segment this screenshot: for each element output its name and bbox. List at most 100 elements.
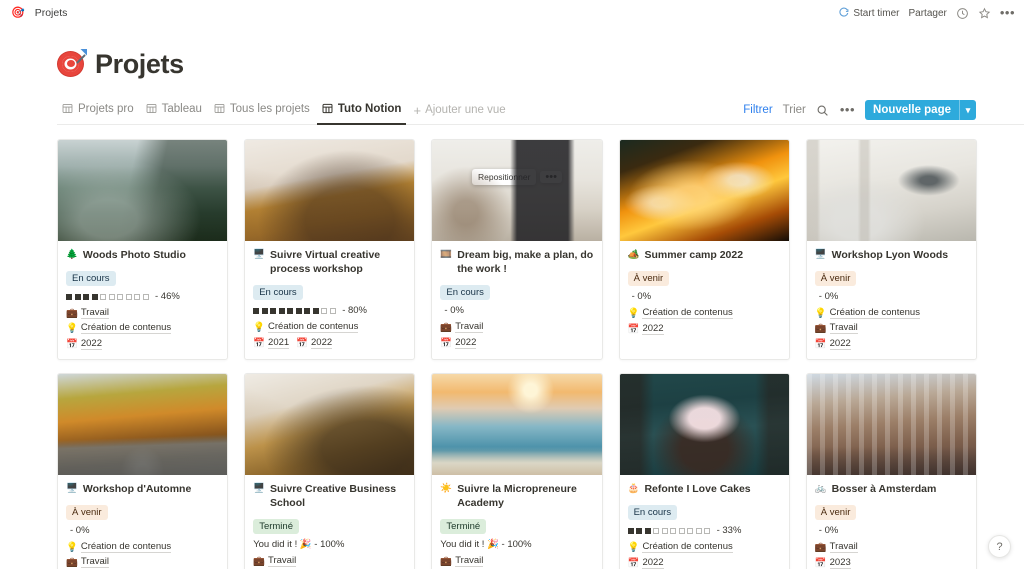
gallery-card[interactable]: 🏕️ Summer camp 2022 À venir - 0% 💡 Création d…: [618, 139, 790, 360]
chevron-down-icon[interactable]: ▾: [959, 100, 976, 120]
tab-tous-les-projets[interactable]: Tous les projets: [209, 96, 315, 125]
year-tag[interactable]: 📅 2022: [66, 338, 102, 350]
card-title-text: Dream big, make a plan, do the work !: [457, 249, 594, 275]
start-timer-button[interactable]: Start timer: [837, 7, 899, 20]
category-tag[interactable]: 💼 Travail: [66, 307, 109, 319]
category-tag[interactable]: 💡 Création de contenus: [66, 322, 172, 334]
tag-emoji: 💼: [440, 321, 453, 333]
date-row: 📅 2022: [628, 557, 781, 569]
add-view-button[interactable]: + Ajouter une vue: [408, 104, 510, 117]
year-label: 2022: [829, 338, 851, 350]
breadcrumb-projets[interactable]: Projets: [31, 6, 72, 20]
view-more-icon[interactable]: •••: [840, 103, 855, 116]
category-tag[interactable]: 💡 Création de contenus: [628, 541, 733, 553]
gallery-card[interactable]: Repositionner ••• 🎞️ Dream big, make a plan…: [431, 139, 603, 360]
tab-label: Tableau: [161, 103, 202, 115]
progress-bar: - 80%: [253, 305, 406, 316]
help-button[interactable]: ?: [988, 535, 1011, 558]
tag-row: 💼 Travail: [440, 321, 593, 333]
card-body: 🖥️ Suivre Virtual creative process worksh…: [245, 241, 414, 358]
filter-button[interactable]: Filtrer: [743, 104, 772, 116]
category-tag[interactable]: 💡 Création de contenus: [628, 307, 733, 319]
progress-square: [100, 293, 106, 300]
star-icon[interactable]: [978, 7, 991, 20]
dartboard-emoji[interactable]: [56, 50, 86, 80]
progress-square: [83, 293, 89, 300]
card-title: 🌲 Woods Photo Studio: [66, 248, 219, 262]
card-body: 🌲 Woods Photo Studio En cours - 46% 💼 Travail…: [58, 241, 227, 359]
tag-row: 💼 Travail: [253, 555, 406, 567]
tab-tableau[interactable]: Tableau: [141, 96, 207, 125]
gallery-card[interactable]: 🌲 Woods Photo Studio En cours - 46% 💼 Travail…: [57, 139, 229, 360]
gallery-card[interactable]: 🚲 Bosser à Amsterdam À venir - 0% 💼 Travail 📅 2…: [805, 373, 977, 569]
tag-label: Création de contenus: [642, 307, 733, 319]
gallery-card[interactable]: 🖥️ Suivre Creative Business School Terminé…: [244, 373, 416, 569]
grid-icon: [146, 103, 158, 115]
tag-row: 💡 Création de contenus: [628, 307, 781, 319]
category-tag[interactable]: 💼 Travail: [815, 322, 858, 334]
progress-percent: - 0%: [444, 305, 464, 316]
category-tag[interactable]: 💡 Création de contenus: [66, 541, 172, 553]
card-body: ☀️ Suivre la Micropreneure Academy Terminé…: [432, 475, 601, 569]
year-tag[interactable]: 📅 2022: [296, 337, 333, 349]
tab-projets-pro[interactable]: Projets pro: [57, 96, 139, 125]
clock-icon[interactable]: [956, 7, 969, 20]
gallery-card[interactable]: 🖥️ Workshop d'Automne À venir - 0% 💡 Création…: [57, 373, 229, 569]
progress-square: [142, 293, 149, 300]
category-tag[interactable]: 💼 Travail: [440, 555, 484, 567]
gallery-card[interactable]: ☀️ Suivre la Micropreneure Academy Terminé…: [431, 373, 603, 569]
more-horizontal-icon[interactable]: •••: [1000, 6, 1015, 19]
progress-percent: - 46%: [155, 291, 180, 302]
year-tag[interactable]: 📅 2021: [253, 337, 290, 349]
share-button[interactable]: Partager: [908, 8, 946, 19]
image-more-icon[interactable]: •••: [540, 171, 562, 183]
status-badge: Terminé: [253, 519, 299, 534]
year-label: 2022: [455, 337, 477, 349]
tab-label: Tuto Notion: [337, 103, 402, 115]
progress-bar: - 0%: [66, 525, 219, 536]
plus-icon: +: [413, 102, 422, 118]
calendar-icon: 📅: [814, 338, 827, 350]
year-label: 2023: [829, 557, 851, 569]
tab-tuto-notion[interactable]: Tuto Notion: [316, 96, 407, 125]
tag-emoji: 💼: [66, 307, 78, 319]
sort-button[interactable]: Trier: [783, 104, 806, 116]
year-tag[interactable]: 📅 2022: [440, 337, 477, 349]
category-tag[interactable]: 💡 Création de contenus: [253, 321, 359, 333]
card-cover-image: [619, 140, 789, 241]
calendar-icon: 📅: [814, 557, 827, 569]
tag-row: 💼 Travail: [815, 541, 968, 553]
date-row: 📅 2022: [815, 338, 968, 350]
page-title[interactable]: Projets: [95, 49, 184, 80]
top-bar-actions: Start timer Partager •••: [837, 6, 1015, 20]
search-icon[interactable]: [816, 103, 830, 117]
card-emoji: 🖥️: [66, 483, 78, 494]
category-tag[interactable]: 💡 Création de contenus: [815, 307, 920, 319]
gallery-card[interactable]: 🎂 Refonte I Love Cakes En cours - 33% 💡 Créat…: [618, 373, 790, 569]
category-tag[interactable]: 💼 Travail: [440, 321, 484, 333]
gallery-card[interactable]: 🖥️ Workshop Lyon Woods À venir - 0% 💡 Créatio…: [805, 139, 977, 360]
year-tag[interactable]: 📅 2023: [815, 557, 851, 569]
breadcrumb: 🎯 Projets: [11, 6, 71, 20]
progress-done-text: You did it ! 🎉 - 100%: [253, 539, 345, 550]
category-tag[interactable]: 💼 Travail: [66, 556, 109, 568]
progress-square: [66, 293, 72, 300]
category-tag[interactable]: 💼 Travail: [253, 555, 297, 567]
card-cover-image: [432, 374, 602, 475]
card-body: 🖥️ Workshop Lyon Woods À venir - 0% 💡 Créatio…: [807, 241, 976, 359]
card-emoji: ☀️: [440, 483, 453, 494]
gallery-card[interactable]: 🖥️ Suivre Virtual creative process worksh…: [244, 139, 416, 360]
tag-emoji: 💡: [627, 307, 640, 319]
progress-percent: - 0%: [631, 291, 652, 302]
category-tag[interactable]: 💼 Travail: [815, 541, 858, 553]
year-tag[interactable]: 📅 2022: [628, 323, 664, 335]
date-row: 📅 2023: [815, 557, 968, 569]
view-tabs: Projets pro Tableau Tous les projets Tut…: [57, 96, 511, 125]
year-tag[interactable]: 📅 2022: [628, 557, 664, 569]
reposition-button[interactable]: Repositionner: [471, 169, 537, 185]
year-tag[interactable]: 📅 2022: [815, 338, 851, 350]
progress-square: [270, 307, 277, 314]
status-badge: En cours: [253, 285, 303, 300]
top-bar: 🎯 Projets Start timer Partager •••: [0, 0, 1024, 27]
new-page-button[interactable]: Nouvelle page ▾: [865, 100, 976, 120]
